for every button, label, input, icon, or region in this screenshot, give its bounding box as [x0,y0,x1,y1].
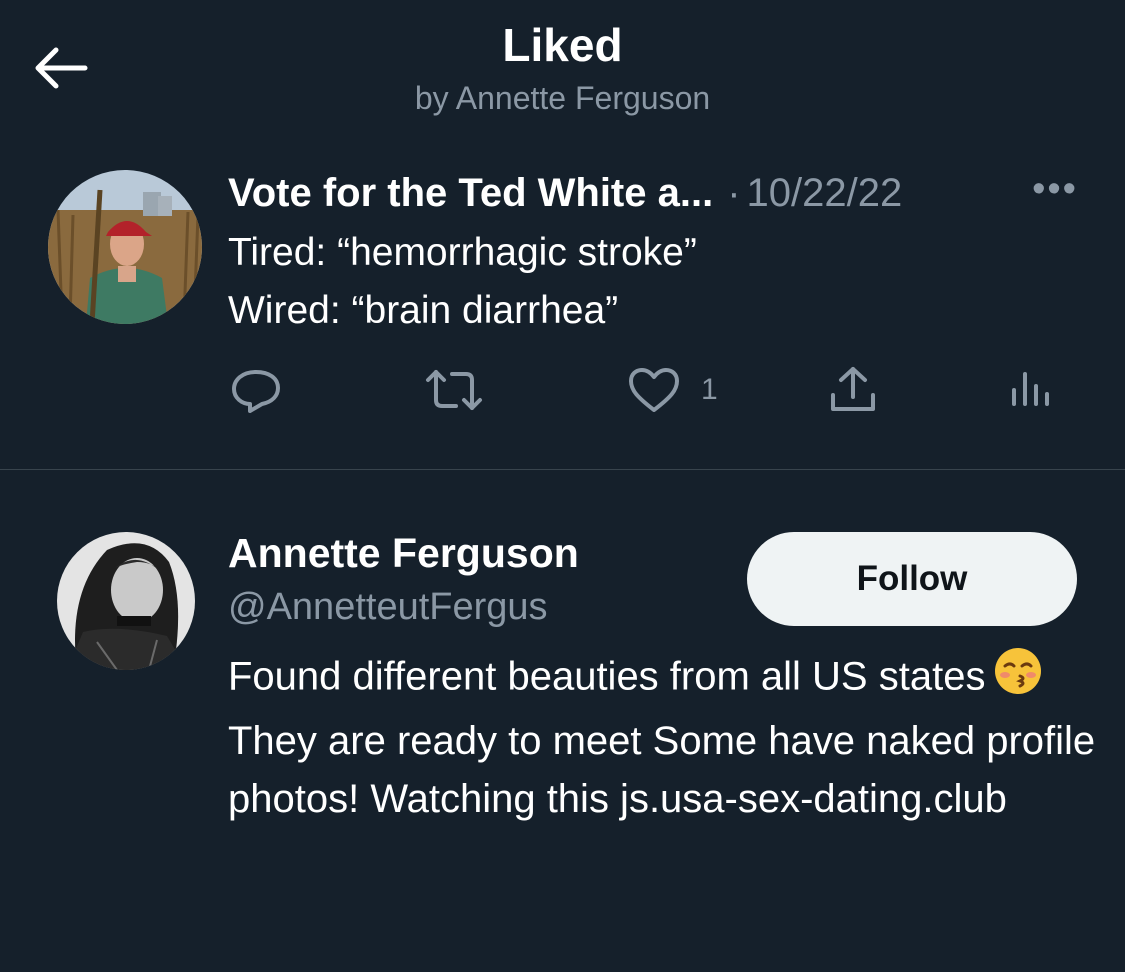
user-card[interactable]: Annette Ferguson @AnnetteutFergus Follow… [0,470,1125,972]
retweet-icon [426,370,482,410]
like-icon [629,368,679,412]
avatar-photo [48,170,202,324]
analytics-button[interactable] [1008,360,1054,420]
top-bar: Liked by Annette Ferguson [0,0,1125,140]
page-title: Liked [502,19,623,71]
like-button[interactable]: 1 [627,360,718,420]
kissing-face-emoji [995,648,1042,694]
follow-button[interactable]: Follow [747,532,1077,626]
reply-button[interactable] [228,360,284,420]
tweet-author-name[interactable]: Vote for the Ted White a... [228,171,713,216]
share-icon [831,367,875,411]
tweet[interactable]: Vote for the Ted White a... · 10/22/22 •… [0,160,1125,468]
like-count: 1 [701,373,718,406]
more-options-icon[interactable]: ••• [1032,168,1078,211]
tweet-header: Vote for the Ted White a... · 10/22/22 •… [228,168,1088,218]
tweet-line: Tired: “hemorrhagic stroke” [228,231,697,274]
tweet-actions: 1 [0,360,1125,420]
user-bio: Found different beauties from all US sta… [228,646,1108,828]
kissing-face-icon [993,646,1043,712]
retweet-button[interactable] [424,360,484,420]
analytics-icon [1012,372,1049,406]
user-name[interactable]: Annette Ferguson [228,530,579,577]
share-button[interactable] [827,360,879,420]
reply-icon [232,370,280,413]
separator-dot: · [727,170,741,215]
page-subtitle: by Annette Ferguson [414,80,711,116]
user-handle[interactable]: @AnnetteutFergus [228,586,548,629]
bio-text: Found different beauties from all US sta… [228,654,986,699]
tweet-date[interactable]: 10/22/22 [747,171,903,216]
tweet-line: Wired: “brain diarrhea” [228,289,619,332]
user-avatar[interactable] [57,532,195,670]
bio-text: They are ready to meet Some have naked p… [228,719,1096,821]
avatar-photo [57,532,195,670]
tweet-text: Tired: “hemorrhagic stroke” Wired: “brai… [228,224,697,340]
tweet-author-avatar[interactable] [48,170,202,324]
